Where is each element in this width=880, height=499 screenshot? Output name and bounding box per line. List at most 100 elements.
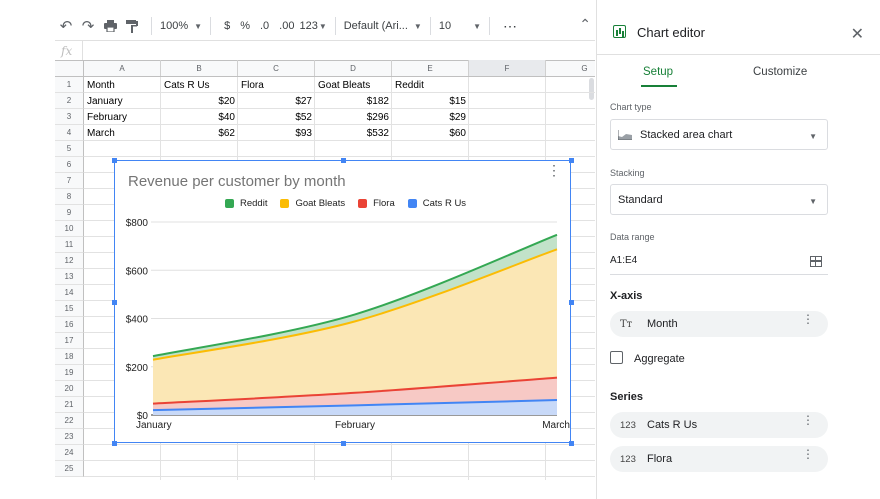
- column-header[interactable]: E: [392, 60, 469, 76]
- header-cell[interactable]: Flora: [238, 77, 315, 93]
- header-cell[interactable]: Cats R Us: [161, 77, 238, 93]
- row-header[interactable]: 7: [55, 173, 84, 189]
- data-cell[interactable]: $93: [238, 125, 315, 141]
- data-cell[interactable]: $182: [315, 93, 392, 109]
- column-header[interactable]: A: [84, 60, 161, 76]
- chevron-down-icon: ▼: [809, 197, 817, 206]
- header-cell[interactable]: Goat Bleats: [315, 77, 392, 93]
- column-header[interactable]: B: [161, 60, 238, 76]
- chevron-up-icon[interactable]: ⌃: [579, 16, 591, 33]
- more-vert-icon[interactable]: ⋮: [802, 313, 814, 325]
- number-format-select[interactable]: 123 ▼: [299, 20, 326, 32]
- select-all-corner[interactable]: [55, 60, 84, 77]
- resize-handle[interactable]: [569, 299, 574, 305]
- stacking-select[interactable]: Standard ▼: [610, 184, 828, 215]
- data-range-field[interactable]: A1:E4: [610, 255, 828, 275]
- row-header[interactable]: 6: [55, 157, 84, 173]
- row-header[interactable]: 1: [55, 77, 84, 93]
- row-header[interactable]: 22: [55, 413, 84, 429]
- resize-handle[interactable]: [340, 441, 346, 446]
- resize-handle[interactable]: [569, 441, 574, 446]
- row-header[interactable]: 20: [55, 381, 84, 397]
- redo-icon[interactable]: ↷: [77, 14, 99, 38]
- grid-icon[interactable]: [810, 256, 822, 267]
- formula-bar[interactable]: fx: [55, 40, 595, 60]
- row-header[interactable]: 24: [55, 445, 84, 461]
- data-cell[interactable]: $27: [238, 93, 315, 109]
- data-cell[interactable]: $29: [392, 109, 469, 125]
- row-header[interactable]: 10: [55, 221, 84, 237]
- data-range-label: Data range: [610, 232, 655, 242]
- data-cell[interactable]: $60: [392, 125, 469, 141]
- x-axis-chip[interactable]: Tт Month ⋮: [610, 311, 828, 337]
- y-tick-label: $800: [126, 218, 149, 229]
- row-header[interactable]: 17: [55, 333, 84, 349]
- row-header[interactable]: 15: [55, 301, 84, 317]
- data-cell[interactable]: March: [84, 125, 161, 141]
- data-cell[interactable]: January: [84, 93, 161, 109]
- chart-editor-panel: Chart editor ✕ Setup Customize Chart typ…: [596, 0, 880, 499]
- column-header[interactable]: F: [469, 60, 546, 76]
- chart-icon: [613, 25, 626, 38]
- row-header[interactable]: 18: [55, 349, 84, 365]
- more-vert-icon[interactable]: ⋮: [802, 448, 814, 460]
- increase-decimal-button[interactable]: .00: [274, 20, 299, 32]
- resize-handle[interactable]: [112, 158, 117, 163]
- currency-format-button[interactable]: $: [219, 20, 235, 32]
- font-size-select[interactable]: 10 ▼: [439, 20, 481, 32]
- column-header[interactable]: C: [238, 60, 315, 76]
- close-icon[interactable]: ✕: [851, 24, 864, 44]
- header-cell[interactable]: Reddit: [392, 77, 469, 93]
- more-options-button[interactable]: ⋯: [498, 18, 522, 35]
- row-header[interactable]: 11: [55, 237, 84, 253]
- resize-handle[interactable]: [569, 158, 574, 163]
- row-header[interactable]: 23: [55, 429, 84, 445]
- data-cell[interactable]: $15: [392, 93, 469, 109]
- percent-format-button[interactable]: %: [235, 20, 255, 32]
- row-header[interactable]: 9: [55, 205, 84, 221]
- x-tick-label: March: [542, 420, 570, 431]
- chart-type-select[interactable]: Stacked area chart ▼: [610, 119, 828, 150]
- row-header[interactable]: 12: [55, 253, 84, 269]
- data-cell[interactable]: $62: [161, 125, 238, 141]
- row-header[interactable]: 2: [55, 93, 84, 109]
- more-vert-icon[interactable]: ⋮: [802, 414, 814, 426]
- data-cell[interactable]: $40: [161, 109, 238, 125]
- print-icon[interactable]: [99, 14, 121, 38]
- row-header[interactable]: 4: [55, 125, 84, 141]
- series-chip[interactable]: 123 Cats R Us ⋮: [610, 412, 828, 438]
- data-cell[interactable]: $52: [238, 109, 315, 125]
- data-cell[interactable]: $532: [315, 125, 392, 141]
- row-header[interactable]: 21: [55, 397, 84, 413]
- row-header[interactable]: 8: [55, 189, 84, 205]
- header-cell[interactable]: Month: [84, 77, 161, 93]
- zoom-select[interactable]: 100% ▼: [160, 20, 202, 32]
- row-header[interactable]: 16: [55, 317, 84, 333]
- chart-type-value: Stacked area chart: [640, 128, 733, 141]
- resize-handle[interactable]: [112, 299, 117, 305]
- tab-customize[interactable]: Customize: [753, 66, 807, 78]
- series-chip[interactable]: 123 Flora ⋮: [610, 446, 828, 472]
- tab-setup[interactable]: Setup: [643, 66, 673, 78]
- data-cell[interactable]: February: [84, 109, 161, 125]
- data-cell[interactable]: $20: [161, 93, 238, 109]
- embedded-chart[interactable]: Revenue per customer by month ⋮ Reddit Go…: [112, 158, 574, 446]
- row-header[interactable]: 14: [55, 285, 84, 301]
- aggregate-checkbox[interactable]: [610, 351, 623, 364]
- data-cell[interactable]: $296: [315, 109, 392, 125]
- row-header[interactable]: 19: [55, 365, 84, 381]
- column-header[interactable]: D: [315, 60, 392, 76]
- decrease-decimal-button[interactable]: .0: [255, 20, 274, 32]
- font-select[interactable]: Default (Ari... ▼: [344, 20, 422, 32]
- row-header[interactable]: 25: [55, 461, 84, 477]
- resize-handle[interactable]: [112, 441, 117, 446]
- vertical-scrollbar[interactable]: [589, 78, 594, 100]
- resize-handle[interactable]: [340, 158, 346, 163]
- paint-format-icon[interactable]: [121, 14, 143, 38]
- column-header[interactable]: G: [546, 60, 595, 76]
- row-header[interactable]: 3: [55, 109, 84, 125]
- row-header[interactable]: 5: [55, 141, 84, 157]
- undo-icon[interactable]: ↶: [55, 14, 77, 38]
- row-header[interactable]: 13: [55, 269, 84, 285]
- x-axis-heading: X-axis: [610, 290, 643, 302]
